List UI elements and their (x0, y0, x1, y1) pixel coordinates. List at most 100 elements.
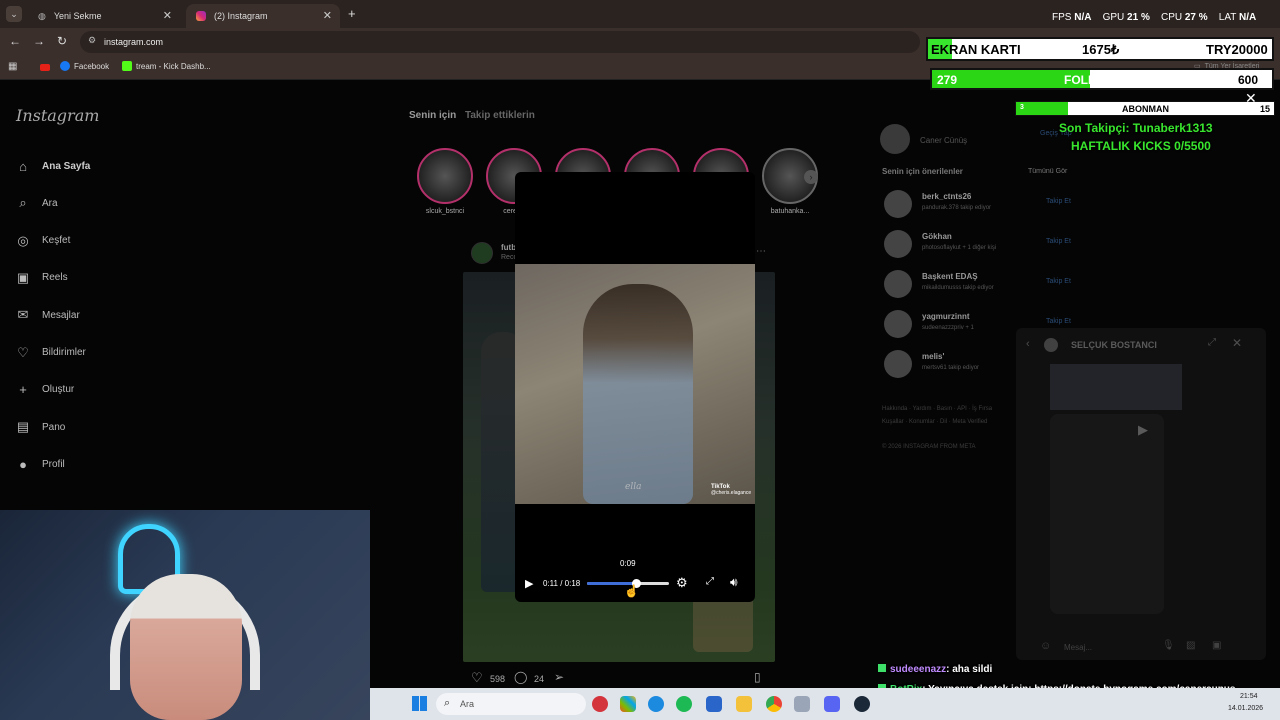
dm-popup[interactable]: ‹ SELÇUK BOSTANCI ⤢ ✕ ▶ ☺ Mesaj... 🎙︎ ▨ … (1016, 328, 1266, 660)
browser-tab-strip: ⌄ ◍ Yeni Sekme ✕ (2) Instagram ✕ + FPS N… (0, 0, 1280, 28)
edge-icon[interactable] (648, 696, 664, 712)
post-username[interactable]: futb (501, 243, 516, 252)
follow-button[interactable]: Takip Et (1046, 278, 1071, 285)
chat-username[interactable]: sudeeenazz (890, 664, 946, 675)
chrome-icon[interactable] (766, 696, 782, 712)
cpu-label: CPU (1160, 12, 1183, 23)
suggestion-subtitle: pandurak.378 takip ediyor (922, 205, 992, 211)
post-more-icon[interactable]: ⋯ (756, 246, 766, 257)
emoji-icon[interactable]: ☺ (1040, 640, 1051, 652)
suggestion-avatar[interactable] (884, 190, 912, 218)
sidebar-item[interactable]: ⌂ Ana Sayfa (16, 156, 90, 176)
person-figure (583, 284, 693, 504)
search-icon: ⌕ (19, 195, 27, 211)
post-avatar[interactable] (471, 242, 493, 264)
taskbar-time: 21:54 (1240, 693, 1258, 700)
tab-search-button[interactable]: ⌄ (6, 6, 22, 22)
file-explorer-icon[interactable] (736, 696, 752, 712)
new-tab-button[interactable]: + (348, 6, 356, 21)
sidebar-item-label: Reels (42, 272, 68, 284)
back-icon[interactable]: ← (9, 34, 21, 48)
video-player[interactable]: ella TikTok @cheris.elagance 0:09 ▶ 0:11… (515, 172, 755, 602)
tab-following[interactable]: Takip ettiklerin (465, 110, 535, 121)
store-icon[interactable] (706, 696, 722, 712)
site-info-icon[interactable]: ⚙ (88, 35, 96, 46)
fullscreen-icon[interactable]: ⤢ (706, 576, 714, 587)
app-icon[interactable] (794, 696, 810, 712)
suggestion-name[interactable]: Gökhan (922, 232, 952, 241)
sidebar-item[interactable]: ▣ Reels (16, 268, 68, 288)
reload-icon[interactable]: ↻ (57, 34, 67, 48)
sticker-icon[interactable]: ▣ (1212, 640, 1221, 651)
gpu-goal-current: 1675₺ (1082, 42, 1120, 57)
follow-button[interactable]: Takip Et (1046, 318, 1071, 325)
microphone-icon[interactable]: 🎙︎ (1162, 640, 1175, 651)
close-icon[interactable]: ✕ (1245, 90, 1257, 107)
suggestion-avatar[interactable] (884, 230, 912, 258)
settings-icon[interactable]: ⚙ (676, 575, 688, 591)
suggestion-avatar[interactable] (884, 270, 912, 298)
perf-overlay: FPS N/A GPU 21 % CPU 27 % LAT N/A (1052, 12, 1256, 23)
close-tab-icon[interactable]: ✕ (323, 9, 332, 22)
forward-icon[interactable]: → (33, 34, 45, 48)
app-icon[interactable] (592, 696, 608, 712)
spotify-icon[interactable] (676, 696, 692, 712)
volume-icon[interactable]: 🔊︎ (730, 575, 738, 590)
sidebar-item[interactable]: ⌕ Ara (16, 193, 57, 213)
follow-button[interactable]: Takip Et (1046, 198, 1071, 205)
comment-icon[interactable]: ◯ (514, 670, 527, 684)
instagram-logo[interactable]: Instagram (16, 106, 99, 125)
bookmark-facebook[interactable]: Facebook (60, 61, 109, 71)
suggestion-row[interactable]: Gökhan photosoflaykut + 1 diğer kişi Takip… (884, 228, 1084, 260)
steam-icon[interactable] (854, 696, 870, 712)
suggestion-name[interactable]: melis' (922, 352, 944, 361)
chat-text: : aha sildi (946, 664, 993, 675)
video-frame[interactable]: ella TikTok @cheris.elagance (515, 264, 755, 504)
expand-icon[interactable]: ⤢ (1208, 337, 1216, 348)
stories-next-icon[interactable]: › (804, 170, 818, 184)
story-item[interactable]: slcuk_bstnci (416, 148, 474, 215)
app-icon[interactable] (620, 696, 636, 712)
address-bar[interactable]: ⚙ instagram.com (80, 31, 920, 53)
sidebar-item[interactable]: ● Profil (16, 454, 65, 474)
bookmark-kick[interactable]: tream - Kick Dashb... (122, 61, 211, 71)
discord-icon[interactable] (824, 696, 840, 712)
instagram-icon (196, 11, 206, 21)
suggestion-avatar[interactable] (884, 350, 912, 378)
save-icon[interactable]: ▯ (754, 670, 761, 684)
close-icon[interactable]: ✕ (1232, 336, 1242, 350)
close-tab-icon[interactable]: ✕ (163, 9, 172, 22)
sidebar-item[interactable]: ♡ Bildirimler (16, 343, 86, 363)
sidebar-item[interactable]: ◎ Keşfet (16, 231, 70, 251)
share-icon[interactable]: ➢ (554, 670, 564, 684)
back-chevron-icon[interactable]: ‹ (1026, 338, 1030, 350)
dm-shared-image[interactable] (1050, 364, 1182, 410)
sidebar-item[interactable]: + Oluştur (16, 380, 74, 400)
suggestion-row[interactable]: Başkent EDAŞ mikaildumusss takip ediyor Ta… (884, 268, 1084, 300)
tab-new-tab[interactable]: ◍ Yeni Sekme ✕ (28, 4, 180, 28)
like-icon[interactable]: ♡ (471, 670, 483, 686)
youtube-icon[interactable] (40, 64, 50, 71)
suggestion-avatar[interactable] (884, 310, 912, 338)
suggestion-name[interactable]: berk_ctnts26 (922, 192, 971, 201)
suggestion-name[interactable]: yagmurzinnt (922, 312, 970, 321)
dashboard-icon: ▤ (16, 419, 30, 435)
taskbar-search[interactable]: ⌕ Ara (436, 693, 586, 715)
dm-shared-video[interactable]: ▶ (1050, 414, 1164, 614)
apps-icon[interactable]: ▦ (8, 61, 17, 72)
suggestion-name[interactable]: Başkent EDAŞ (922, 272, 978, 281)
message-input[interactable]: Mesaj... (1064, 643, 1092, 652)
follow-button[interactable]: Takip Et (1046, 238, 1071, 245)
windows-start-icon[interactable] (412, 696, 427, 711)
sidebar-item[interactable]: ▤ Pano (16, 417, 66, 437)
see-all-link[interactable]: Tümünü Gör (1028, 168, 1067, 175)
image-icon[interactable]: ▨ (1186, 640, 1195, 651)
footer-links-2[interactable]: Kuşallar · Konumlar · Dil · Meta Verifie… (882, 419, 987, 425)
footer-links-1[interactable]: Hakkında · Yardım · Basın · API · İş Fır… (882, 406, 992, 412)
tab-instagram[interactable]: (2) Instagram ✕ (186, 4, 340, 28)
suggestion-row[interactable]: berk_ctnts26 pandurak.378 takip ediyor Tak… (884, 188, 1084, 220)
play-icon[interactable]: ▶ (525, 577, 533, 590)
profile-avatar[interactable] (880, 124, 910, 154)
tab-for-you[interactable]: Senin için (409, 110, 456, 121)
sidebar-item[interactable]: ✉ Mesajlar (16, 305, 80, 325)
